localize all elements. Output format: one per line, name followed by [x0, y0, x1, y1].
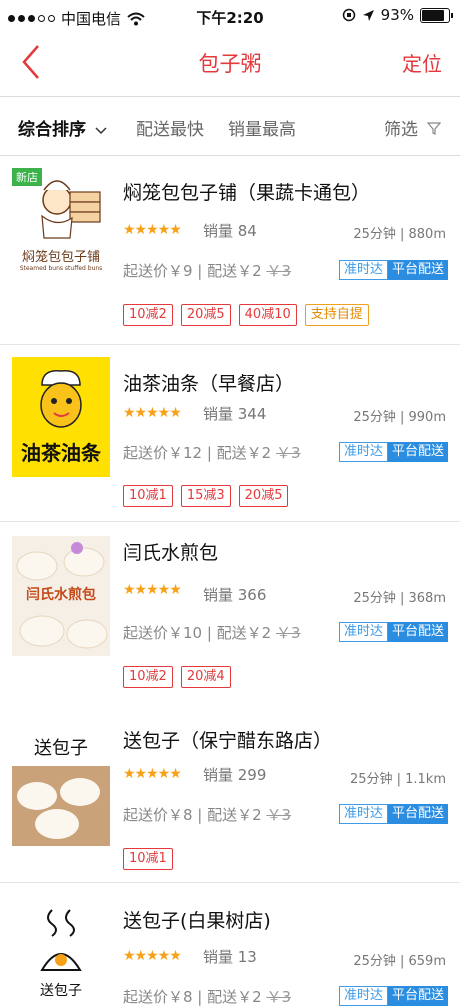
old-fee: ￥3: [266, 988, 292, 1006]
sort-fastest[interactable]: 配送最快: [136, 115, 204, 140]
rating-stars: ★★★★★: [123, 582, 182, 598]
shop-item-3-details: ★★★★★ 销量 366 25分钟 | 368m 起送价￥10 | 配送￥2 ￥…: [0, 522, 460, 688]
shop-name: 送包子(白果树店): [123, 910, 271, 932]
ontime-badge: 准时达: [338, 986, 388, 1006]
logo-text: 油茶油条: [21, 441, 101, 465]
filter-button[interactable]: 筛选: [384, 115, 442, 140]
platform-delivery-badge: 平台配送: [387, 622, 448, 642]
delivery-time-distance: 25分钟 | 368m: [353, 591, 446, 606]
bun-logo-icon: [40, 909, 82, 971]
fee-text: 起送价￥8 | 配送￥2: [123, 806, 262, 824]
funnel-icon: [427, 122, 442, 135]
promo-tag[interactable]: 15减3: [180, 485, 231, 507]
sort-top-sales[interactable]: 销量最高: [228, 115, 296, 140]
self-pickup-tag[interactable]: 支持自提: [304, 304, 369, 326]
promo-tag[interactable]: 10减1: [123, 485, 173, 507]
sort-dropdown[interactable]: 综合排序: [18, 115, 107, 140]
shop-logo: 送包子: [12, 900, 110, 996]
delivery-time-distance: 25分钟 | 1.1km: [349, 772, 446, 787]
logo-text: 焖笼包包子铺: [21, 250, 100, 265]
fee-info: 起送价￥10 | 配送￥2 ￥3: [123, 622, 301, 643]
platform-delivery-badge: 平台配送: [387, 986, 448, 1006]
shop-name: 焖笼包包子铺（果蔬卡通包）: [123, 182, 371, 204]
rating-stars: ★★★★★: [123, 948, 182, 964]
delivery-tags: 准时达 平台配送: [338, 804, 448, 824]
platform-delivery-badge: 平台配送: [387, 804, 448, 824]
promo-tags: 10减2 20减4: [123, 666, 231, 688]
fee-text: 起送价￥10 | 配送￥2: [123, 624, 272, 642]
delivery-tags: 准时达 平台配送: [338, 260, 448, 280]
shop-item[interactable]: 送包子 送包子（保宁醋东路店） ★★★★★ 销量 299 25分钟 | 1.1k…: [0, 702, 460, 883]
platform-delivery-badge: 平台配送: [387, 260, 448, 280]
buns-photo-icon: [12, 766, 110, 846]
promo-tag[interactable]: 20减5: [238, 485, 289, 507]
promo-tags: 10减2 20减5 40减10 支持自提: [123, 304, 369, 326]
shop-logo: 油茶油条: [12, 357, 110, 477]
delivery-time-distance: 25分钟 | 659m: [353, 954, 446, 969]
shop-item[interactable]: 新店 焖笼包包子铺 Steamed buns stuffed buns 焖笼包包…: [0, 156, 460, 345]
sales-count: 销量 84: [203, 222, 257, 240]
sales-count: 销量 13: [203, 948, 257, 966]
shop-logo: 送包子: [12, 716, 110, 846]
sales-count: 销量 344: [203, 405, 267, 423]
ontime-badge: 准时达: [338, 804, 388, 824]
shop-item[interactable]: 油茶油条 油茶油条（早餐店） ★★★★★ 销量 344 25分钟 | 990m …: [0, 345, 460, 522]
orientation-lock-icon: [342, 8, 355, 22]
promo-tag[interactable]: 10减1: [123, 848, 173, 870]
promo-tag[interactable]: 10减2: [123, 666, 173, 688]
logo-text: 送包子: [40, 983, 82, 996]
delivery-tags: 准时达 平台配送: [338, 622, 448, 642]
delivery-tags: 准时达 平台配送: [338, 986, 448, 1006]
status-bar: 中国电信 下午2:20 93%: [0, 0, 460, 34]
old-fee: ￥3: [266, 806, 292, 824]
page-title: 包子粥: [198, 52, 262, 76]
location-arrow-icon: [362, 9, 374, 21]
fee-text: 起送价￥9 | 配送￥2: [123, 262, 262, 280]
promo-tags: 10减1 15减3 20减5: [123, 485, 289, 507]
shop-logo: 新店 焖笼包包子铺 Steamed buns stuffed buns: [12, 168, 110, 288]
platform-delivery-badge: 平台配送: [387, 442, 448, 462]
shop-item[interactable]: 送包子 送包子(白果树店) ★★★★★ 销量 13 25分钟 | 659m 起送…: [0, 886, 460, 1006]
shop-name: 送包子（保宁醋东路店）: [123, 730, 333, 752]
fee-info: 起送价￥9 | 配送￥2 ￥3: [123, 260, 291, 281]
delivery-time-distance: 25分钟 | 880m: [353, 227, 446, 242]
fee-text: 起送价￥8 | 配送￥2: [123, 988, 262, 1006]
sort-label: 综合排序: [18, 120, 86, 140]
old-fee: ￥3: [276, 444, 301, 462]
promo-tag[interactable]: 40减10: [238, 304, 297, 326]
old-fee: ￥3: [266, 262, 292, 280]
new-shop-badge: 新店: [12, 168, 42, 186]
filter-label: 筛选: [384, 120, 418, 140]
battery-icon: [420, 7, 453, 23]
ontime-badge: 准时达: [338, 260, 388, 280]
status-right: 93%: [342, 6, 453, 24]
chevron-down-icon: [95, 127, 107, 135]
sales-count: 销量 299: [203, 766, 267, 784]
fee-text: 起送价￥12 | 配送￥2: [123, 444, 272, 462]
rating-stars: ★★★★★: [123, 222, 182, 238]
fee-info: 起送价￥8 | 配送￥2 ￥3: [123, 804, 291, 825]
promo-tag[interactable]: 20减4: [180, 666, 231, 688]
rating-stars: ★★★★★: [123, 405, 182, 421]
ontime-badge: 准时达: [338, 622, 388, 642]
delivery-tags: 准时达 平台配送: [338, 442, 448, 462]
logo-text: 送包子: [34, 738, 88, 759]
logo-subtext: Steamed buns stuffed buns: [19, 265, 103, 272]
delivery-time-distance: 25分钟 | 990m: [353, 410, 446, 425]
promo-tag[interactable]: 20减5: [180, 304, 231, 326]
promo-tag[interactable]: 10减2: [123, 304, 173, 326]
fee-info: 起送价￥8 | 配送￥2 ￥3: [123, 986, 291, 1007]
shop-name: 油茶油条（早餐店）: [123, 373, 295, 395]
promo-tags: 10减1: [123, 848, 173, 870]
rating-stars: ★★★★★: [123, 766, 182, 782]
sales-count: 销量 366: [203, 586, 267, 604]
filter-bar: 综合排序 配送最快 销量最高 筛选: [0, 96, 460, 156]
old-fee: ￥3: [276, 624, 301, 642]
battery-percent: 93%: [380, 6, 414, 24]
fee-info: 起送价￥12 | 配送￥2 ￥3: [123, 442, 301, 463]
nav-bar: 包子粥 定位: [0, 34, 460, 92]
ontime-badge: 准时达: [338, 442, 388, 462]
locate-button[interactable]: 定位: [402, 48, 442, 77]
